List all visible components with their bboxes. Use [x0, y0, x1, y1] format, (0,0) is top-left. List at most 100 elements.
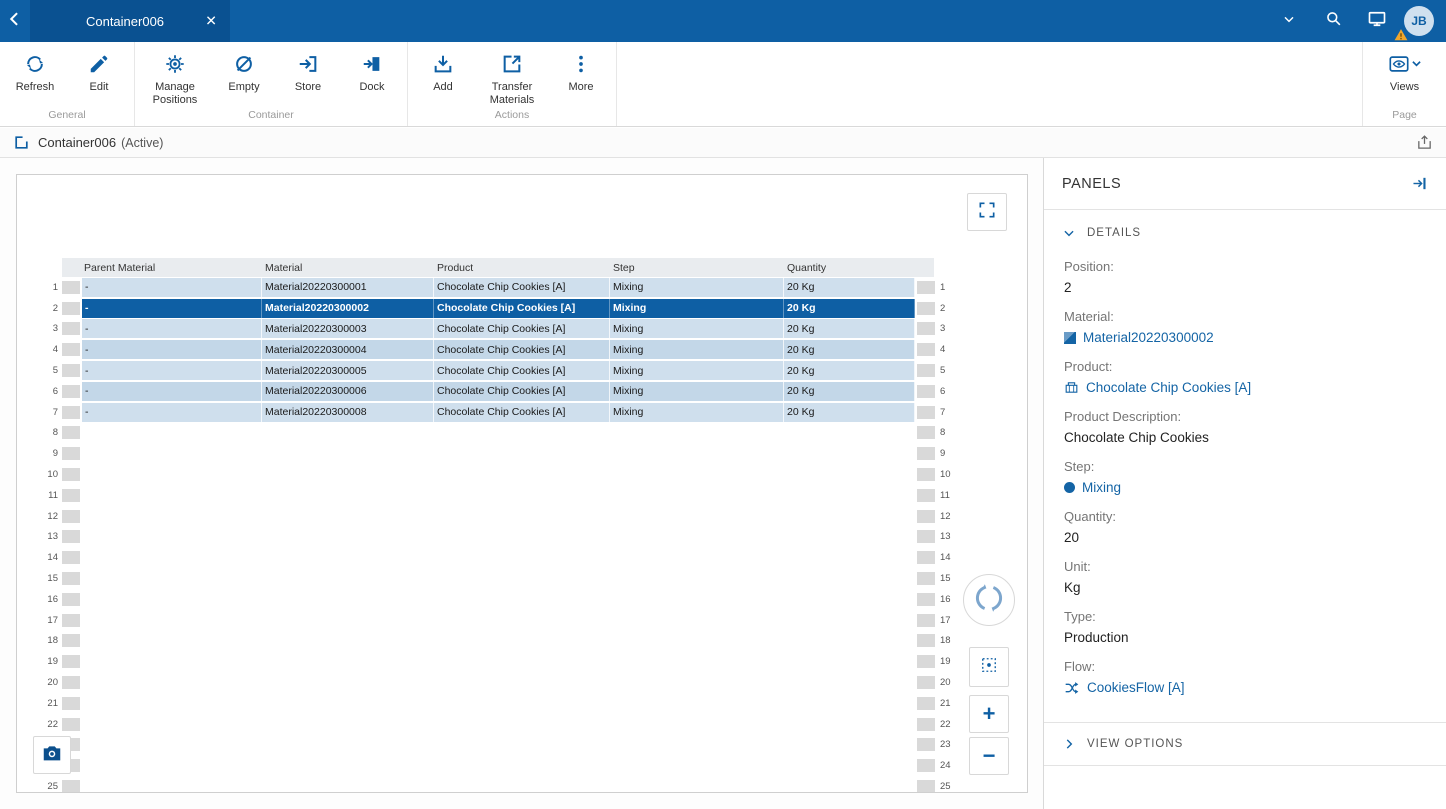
row-cells[interactable]: -Material20220300005Chocolate Chip Cooki… — [82, 361, 915, 380]
store-icon — [297, 52, 319, 76]
zoom-out-button[interactable]: − — [969, 737, 1009, 775]
snapshot-button[interactable] — [33, 736, 71, 774]
row-handle — [917, 406, 935, 419]
grid-row-6[interactable]: 6-Material20220300006Chocolate Chip Cook… — [40, 381, 957, 402]
dock-button[interactable]: Dock — [340, 49, 404, 94]
cell: Mixing — [610, 382, 784, 401]
grid-row-10: 1010 — [40, 464, 957, 485]
grid-row-2[interactable]: 2-Material20220300002Chocolate Chip Cook… — [40, 298, 957, 319]
back-button[interactable] — [0, 0, 30, 42]
row-number: 3 — [937, 323, 957, 334]
add-button[interactable]: Add — [411, 49, 475, 94]
collapse-panel-icon[interactable] — [1411, 175, 1428, 192]
grid-row-1[interactable]: 1-Material20220300001Chocolate Chip Cook… — [40, 277, 957, 298]
row-number: 8 — [937, 427, 957, 438]
search-button[interactable] — [1314, 2, 1352, 40]
views-button[interactable]: Views — [1373, 49, 1437, 94]
row-cells[interactable]: -Material20220300006Chocolate Chip Cooki… — [82, 382, 915, 401]
row-number: 17 — [937, 615, 957, 626]
more-button[interactable]: More — [549, 49, 613, 94]
grid-row-16: 1616 — [40, 589, 957, 610]
detail-label: Flow: — [1064, 656, 1426, 677]
row-handle — [62, 676, 80, 689]
refresh-button[interactable]: Refresh — [3, 49, 67, 94]
grid-row-21: 2121 — [40, 693, 957, 714]
row-handle — [62, 614, 80, 627]
panels-title: PANELS — [1062, 176, 1121, 192]
row-number: 10 — [937, 469, 957, 480]
cell: Chocolate Chip Cookies [A] — [434, 319, 610, 338]
row-cells[interactable]: -Material20220300008Chocolate Chip Cooki… — [82, 403, 915, 422]
column-header[interactable]: Parent Material — [62, 262, 262, 274]
row-handle — [917, 614, 935, 627]
empty-button[interactable]: Empty — [212, 49, 276, 94]
detail-label: Product: — [1064, 356, 1426, 377]
cell: 20 Kg — [784, 361, 915, 380]
tab-container006[interactable]: Container006 ✕ — [30, 0, 230, 42]
cell: 20 Kg — [784, 319, 915, 338]
user-avatar[interactable]: JB — [1402, 4, 1436, 38]
detail-link[interactable]: Chocolate Chip Cookies [A] — [1064, 377, 1426, 398]
grid-header: Parent MaterialMaterialProductStepQuanti… — [62, 258, 934, 277]
grid-row-5[interactable]: 5-Material20220300005Chocolate Chip Cook… — [40, 360, 957, 381]
views-eye-icon — [1388, 52, 1421, 76]
row-number: 11 — [937, 490, 957, 501]
row-cells-empty — [82, 715, 915, 734]
rotate-icon — [974, 583, 1004, 618]
row-handle — [62, 697, 80, 710]
rotate-button[interactable] — [963, 574, 1015, 626]
row-number: 14 — [40, 552, 60, 563]
grid-row-7[interactable]: 7-Material20220300008Chocolate Chip Cook… — [40, 402, 957, 423]
dock-icon — [361, 52, 383, 76]
tab-title: Container006 — [86, 14, 164, 29]
row-cells[interactable]: -Material20220300003Chocolate Chip Cooki… — [82, 319, 915, 338]
transfer-materials-button[interactable]: Transfer Materials — [475, 49, 549, 106]
row-handle — [917, 593, 935, 606]
grid-row-13: 1313 — [40, 527, 957, 548]
column-header[interactable]: Product — [434, 262, 610, 274]
row-handle — [62, 655, 80, 668]
fit-view-button[interactable] — [969, 647, 1009, 687]
row-handle — [917, 655, 935, 668]
open-window-icon[interactable] — [1416, 134, 1433, 151]
row-handle — [917, 364, 935, 377]
grid-row-8: 88 — [40, 423, 957, 444]
row-number: 9 — [40, 448, 60, 459]
grid-row-22: 2222 — [40, 714, 957, 735]
row-cells[interactable]: -Material20220300002Chocolate Chip Cooki… — [82, 299, 915, 318]
grid-row-3[interactable]: 3 -Material20220300003Chocolate Chip Cook… — [40, 319, 957, 340]
cell: 20 Kg — [784, 340, 915, 359]
transfer-icon — [501, 52, 523, 76]
page-status: (Active) — [121, 136, 163, 150]
row-handle — [917, 697, 935, 710]
detail-field: Quantity:20 — [1064, 506, 1426, 548]
column-header[interactable]: Step — [610, 262, 784, 274]
view-options-section-header[interactable]: VIEW OPTIONS — [1044, 722, 1446, 766]
column-header[interactable]: Material — [262, 262, 434, 274]
zoom-in-button[interactable]: + — [969, 695, 1009, 733]
row-number: 20 — [937, 677, 957, 688]
detail-link[interactable]: Material20220300002 — [1064, 327, 1426, 348]
row-handle — [62, 302, 80, 315]
row-number: 21 — [937, 698, 957, 709]
detail-label: Position: — [1064, 256, 1426, 277]
manage-positions-button[interactable]: Manage Positions — [138, 49, 212, 106]
store-button[interactable]: Store — [276, 49, 340, 94]
detail-link[interactable]: Mixing — [1064, 477, 1426, 498]
column-header[interactable]: Quantity — [784, 262, 934, 274]
edit-button[interactable]: Edit — [67, 49, 131, 94]
ribbon-group-label-general: General — [0, 108, 134, 126]
chevron-right-icon — [1062, 737, 1076, 751]
cell: Mixing — [610, 340, 784, 359]
row-cells-empty — [82, 694, 915, 713]
detail-link[interactable]: CookiesFlow [A] — [1064, 677, 1426, 698]
fullscreen-button[interactable] — [967, 193, 1007, 231]
dropdown-button[interactable] — [1270, 2, 1308, 40]
container-icon — [13, 134, 30, 151]
details-section-header[interactable]: DETAILS — [1044, 210, 1446, 256]
grid-row-4[interactable]: 4-Material20220300004Chocolate Chip Cook… — [40, 339, 957, 360]
row-cells[interactable]: -Material20220300004Chocolate Chip Cooki… — [82, 340, 915, 359]
close-tab-icon[interactable]: ✕ — [205, 13, 217, 30]
monitor-button[interactable] — [1358, 2, 1396, 40]
row-cells[interactable]: -Material20220300001Chocolate Chip Cooki… — [82, 278, 915, 297]
